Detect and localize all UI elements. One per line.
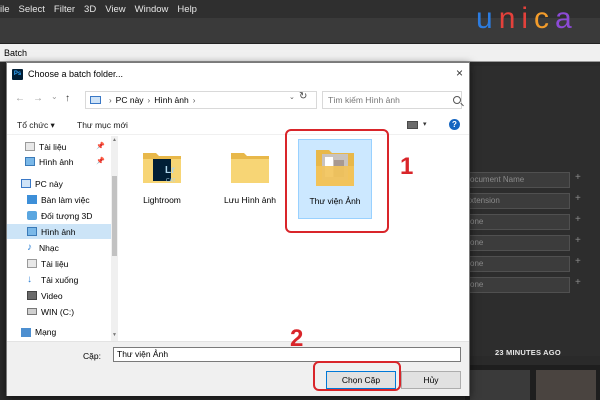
menu-view[interactable]: View	[105, 4, 125, 15]
drive-icon	[27, 308, 37, 315]
videos-icon	[27, 291, 37, 300]
nav-item-desktop[interactable]: Bàn làm việc	[7, 192, 111, 207]
breadcrumb-pc[interactable]: PC này	[116, 95, 144, 105]
plus-icon[interactable]: +	[575, 214, 581, 225]
view-options-icon[interactable]	[407, 121, 418, 129]
annotation-highlight-folder	[285, 129, 389, 233]
nav-item-music[interactable]: ♪ Nhạc	[7, 240, 111, 255]
nav-item-drive-c[interactable]: WIN (C:)	[7, 304, 111, 319]
close-icon[interactable]: ×	[456, 66, 463, 80]
music-icon: ♪	[27, 242, 32, 253]
folder-icon	[231, 153, 269, 183]
search-icon[interactable]	[453, 96, 461, 104]
lightroom-badge-sub: CAT	[166, 178, 176, 184]
naming-field-5[interactable]: one	[466, 256, 570, 272]
back-arrow-icon[interactable]: ←	[15, 93, 25, 104]
folder-name-input[interactable]: Thư viện Ảnh	[113, 347, 461, 362]
plus-icon[interactable]: +	[575, 277, 581, 288]
annotation-step-2: 2	[290, 325, 304, 352]
nav-item-documents[interactable]: Tài liệu	[7, 256, 111, 271]
menu-file[interactable]: ile	[0, 4, 10, 15]
documents-icon	[27, 259, 37, 268]
help-icon[interactable]: ?	[449, 119, 460, 130]
command-bar: Tổ chức ▾ Thư mục mới ▾ ?	[7, 115, 469, 135]
navigation-bar: ← → ⌄ ↑ › PC này › Hình ảnh › ⌄ ↻ Tìm ki…	[7, 89, 469, 111]
plus-icon[interactable]: +	[575, 256, 581, 267]
folder-label: Lưu Hình ảnh	[223, 195, 276, 205]
plus-icon[interactable]: +	[575, 193, 581, 204]
photoshop-icon: Ps	[12, 68, 23, 80]
batch-dialog-title: Batch	[0, 44, 600, 62]
folder-field-label: Cặp:	[83, 351, 101, 361]
unica-logo: unica	[476, 2, 578, 35]
naming-field-6[interactable]: one	[466, 277, 570, 293]
cancel-button[interactable]: Hủy	[401, 371, 461, 389]
nav-item-pictures[interactable]: Hình ảnh	[7, 224, 111, 239]
nav-item-network[interactable]: Mạng	[7, 326, 111, 338]
recent-thumbnail[interactable]	[536, 370, 596, 400]
folder-label: Lightroom	[143, 195, 181, 205]
documents-icon	[25, 142, 35, 151]
computer-icon	[21, 179, 31, 188]
menu-3d[interactable]: 3D	[84, 4, 96, 15]
ps-batch-panel	[465, 66, 600, 356]
nav-item-3d-objects[interactable]: Đối tượng 3D	[7, 208, 111, 223]
choose-folder-dialog: Ps Choose a batch folder... × ← → ⌄ ↑ › …	[6, 62, 470, 396]
nav-item-downloads[interactable]: ↓ Tải xuống	[7, 272, 111, 287]
desktop-icon	[27, 195, 37, 204]
folder-lightroom[interactable]: Lr CAT Lightroom	[127, 145, 197, 205]
address-bar[interactable]: › PC này › Hình ảnh ›	[85, 91, 317, 109]
view-dropdown-icon[interactable]: ▾	[423, 120, 427, 128]
pin-icon[interactable]: 📌	[96, 157, 105, 165]
search-input[interactable]: Tìm kiếm Hình ảnh	[322, 91, 462, 109]
nav-item-pictures-quick[interactable]: Hình ảnh 📌	[7, 154, 111, 169]
recent-locations-chevron-icon[interactable]: ⌄	[51, 92, 58, 101]
nav-item-this-pc[interactable]: PC này	[7, 176, 111, 191]
nav-item-documents-quick[interactable]: Tài liệu 📌	[7, 139, 111, 154]
pictures-icon	[27, 227, 37, 236]
naming-field-2[interactable]: xtension	[466, 193, 570, 209]
organize-button[interactable]: Tổ chức ▾	[17, 120, 55, 131]
recent-thumbnail[interactable]	[470, 370, 530, 400]
folder-saved-pictures[interactable]: Lưu Hình ảnh	[215, 145, 285, 205]
nav-pane-scrollbar[interactable]: ▲ ▼	[111, 136, 118, 341]
naming-field-1[interactable]: ocument Name	[466, 172, 570, 188]
naming-field-3[interactable]: one	[466, 214, 570, 230]
annotation-step-1: 1	[400, 153, 414, 180]
downloads-icon: ↓	[27, 274, 32, 285]
up-arrow-icon[interactable]: ↑	[65, 93, 70, 104]
plus-icon[interactable]: +	[575, 172, 581, 183]
pin-icon[interactable]: 📌	[96, 142, 105, 150]
recent-time-label: 23 MINUTES AGO	[495, 348, 561, 357]
computer-icon	[90, 96, 101, 104]
address-dropdown-icon[interactable]: ⌄	[289, 93, 295, 101]
plus-icon[interactable]: +	[575, 235, 581, 246]
navigation-pane: Tài liệu 📌 Hình ảnh 📌 PC này Bàn làm việ…	[7, 136, 117, 341]
naming-field-4[interactable]: one	[466, 235, 570, 251]
scroll-thumb[interactable]	[112, 176, 117, 256]
menu-window[interactable]: Window	[135, 4, 169, 15]
scroll-down-icon[interactable]: ▼	[111, 332, 118, 338]
dialog-title: Choose a batch folder...	[28, 69, 124, 79]
forward-arrow-icon[interactable]: →	[33, 93, 43, 104]
menu-filter[interactable]: Filter	[54, 4, 75, 15]
network-icon	[21, 327, 31, 337]
dialog-titlebar: Ps Choose a batch folder... ×	[7, 63, 469, 85]
pictures-icon	[25, 157, 35, 166]
breadcrumb-pictures[interactable]: Hình ảnh	[154, 95, 189, 105]
menu-help[interactable]: Help	[177, 4, 197, 15]
annotation-highlight-button	[313, 361, 401, 391]
folder-icon	[143, 153, 181, 183]
lightroom-badge: Lr	[165, 165, 175, 176]
scroll-up-icon[interactable]: ▲	[111, 137, 118, 143]
menu-select[interactable]: Select	[19, 4, 45, 15]
3d-objects-icon	[27, 211, 37, 220]
new-folder-button[interactable]: Thư mục mới	[77, 120, 128, 130]
refresh-icon[interactable]: ↻	[299, 91, 307, 102]
nav-item-videos[interactable]: Video	[7, 288, 111, 303]
